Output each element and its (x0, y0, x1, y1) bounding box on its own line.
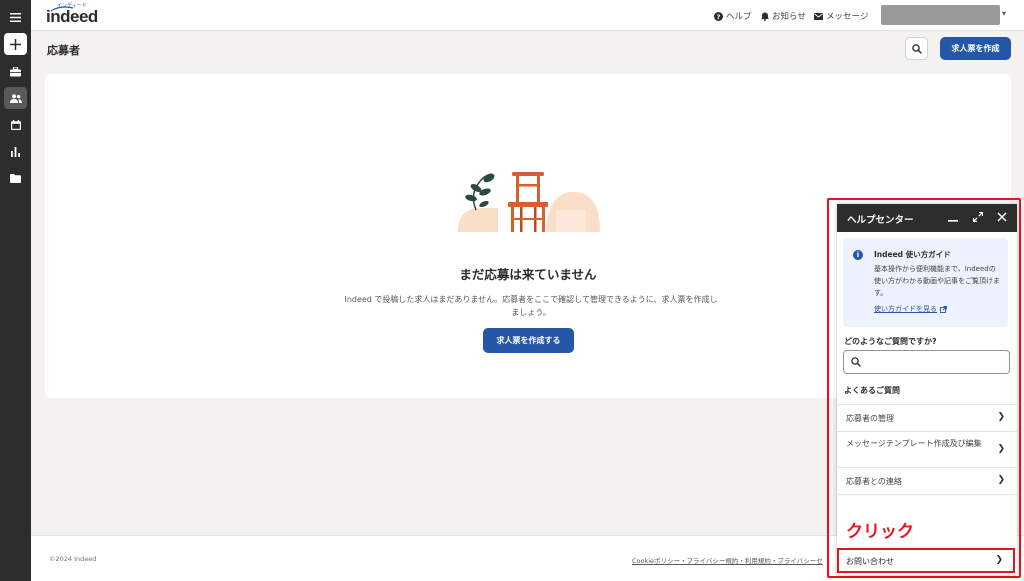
logo-ruby-text: インディード (57, 3, 87, 9)
footer-links[interactable]: Cookieポリシー・プライバシー規約・利用規約・プライバシーセ (632, 555, 823, 565)
briefcase-icon[interactable] (4, 61, 27, 83)
bell-icon (760, 12, 769, 21)
create-job-button[interactable]: 求人票を作成 (940, 37, 1011, 60)
usage-guide-text: 基本操作から便利機能まで、Indeedの使い方がわかる動画や記事をご覧頂けます。 (874, 265, 1000, 297)
close-icon[interactable] (995, 210, 1009, 224)
help-link-label: ヘルプ (726, 12, 752, 22)
people-icon[interactable] (4, 87, 27, 109)
help-center-title: ヘルプセンター (847, 215, 914, 226)
menu-icon[interactable] (4, 6, 27, 28)
search-icon (911, 43, 922, 54)
chevron-right-icon: ❯ (995, 555, 1003, 565)
chevron-right-icon: ❯ (997, 475, 1005, 485)
help-search-input[interactable] (864, 354, 1004, 370)
external-link-icon (940, 305, 947, 313)
faq-item-label: 応募者との連絡 (846, 477, 902, 486)
logo-text: indeed (46, 7, 98, 26)
faq-item-label: メッセージテンプレート作成及び編集 (846, 439, 982, 448)
usage-guide-link[interactable]: 使い方ガイドを見る (874, 304, 947, 314)
messages-link-label: メッセージ (826, 12, 869, 22)
faq-item-contact-applicants[interactable]: 応募者との連絡 ❯ (837, 467, 1017, 495)
info-icon: i (853, 250, 863, 260)
calendar-icon[interactable] (4, 114, 27, 136)
notifications-link[interactable]: お知らせ (760, 10, 806, 22)
left-nav-rail (0, 0, 31, 581)
help-search-label: どのようなご質問ですか? (844, 337, 937, 346)
envelope-icon (814, 12, 823, 21)
faq-heading: よくあるご質問 (844, 386, 900, 395)
chevron-right-icon: ❯ (997, 444, 1005, 454)
usage-guide-box: i Indeed 使い方ガイド 基本操作から便利機能まで、Indeedの使い方が… (843, 238, 1008, 327)
expand-icon[interactable] (971, 210, 985, 224)
search-button[interactable] (905, 37, 928, 60)
chevron-down-icon[interactable]: ▾ (1002, 9, 1006, 18)
indeed-logo[interactable]: indeed インディード (46, 3, 101, 26)
contact-us-label: お問い合わせ (846, 557, 894, 566)
faq-item-message-template[interactable]: メッセージテンプレート作成及び編集 ❯ (837, 431, 1017, 467)
search-icon (851, 357, 861, 367)
contact-us-item[interactable]: お問い合わせ ❯ (837, 550, 1013, 572)
page-title: 応募者 (47, 44, 80, 57)
chevron-right-icon: ❯ (997, 412, 1005, 422)
help-center-header: ヘルプセンター (837, 204, 1017, 232)
help-link[interactable]: ? ヘルプ (714, 10, 752, 22)
svg-text:?: ? (717, 13, 721, 21)
minimize-icon[interactable] (946, 210, 960, 224)
click-annotation: クリック (846, 522, 914, 542)
messages-link[interactable]: メッセージ (814, 10, 868, 22)
faq-item-label: 応募者の管理 (846, 414, 894, 423)
folder-icon[interactable] (4, 167, 27, 189)
account-name-redacted[interactable] (881, 5, 1000, 25)
create-job-main-button[interactable]: 求人票を作成する (483, 328, 574, 353)
empty-chair-illustration (458, 172, 600, 232)
usage-guide-title: Indeed 使い方ガイド (874, 250, 951, 259)
faq-item-applicant-management[interactable]: 応募者の管理 ❯ (837, 404, 1017, 431)
bar-chart-icon[interactable] (4, 141, 27, 163)
notifications-link-label: お知らせ (772, 12, 806, 22)
copyright: ©2024 Indeed (49, 555, 97, 563)
empty-state-description: Indeed で投稿した求人はまだありません。応募者をここで確認して管理できるよ… (344, 295, 718, 317)
plus-icon[interactable] (4, 33, 27, 55)
help-search-field[interactable] (843, 350, 1010, 374)
usage-guide-link-label: 使い方ガイドを見る (874, 305, 937, 313)
help-circle-icon: ? (714, 11, 723, 21)
top-bar: indeed インディード ? ヘルプ お知らせ メッセージ ▾ (31, 0, 1024, 31)
